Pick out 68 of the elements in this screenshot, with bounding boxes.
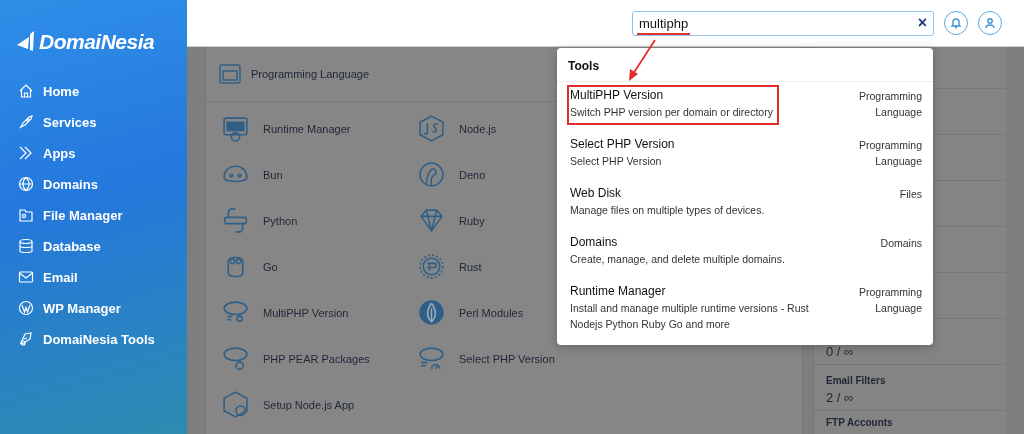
result-category: Programming Language (857, 89, 922, 120)
search-result[interactable]: Runtime Manager Install and manage multiple runtime versions - Rust Nodejs Python Ruby Go and more Programming Language (557, 278, 933, 337)
nav-icon (17, 113, 35, 131)
tool-link[interactable]: Runtime Manager (221, 114, 417, 143)
account-button[interactable] (978, 11, 1002, 35)
result-category: Domains (879, 236, 922, 251)
nav-icon (17, 299, 35, 317)
tool-icon (417, 206, 446, 235)
search-result[interactable]: MultiPHP Version Switch PHP version per domain or directory Programming Language (557, 82, 933, 131)
tool-link[interactable]: Python (221, 206, 417, 235)
result-category: Programming Language (857, 138, 922, 169)
result-description: Select PHP Version (570, 154, 663, 169)
tool-icon (221, 206, 250, 235)
nav-icon (17, 82, 35, 100)
stat-value: 2 / ∞ (826, 390, 855, 405)
search-result[interactable]: Domains Create, manage, and delete multiple domains. Domains (557, 229, 933, 278)
nav-item[interactable]: Home (17, 80, 187, 102)
nav-icon (17, 330, 35, 348)
tool-link[interactable]: Go (221, 252, 417, 281)
nav-item[interactable]: WP Manager (17, 297, 187, 319)
search-field[interactable]: multiphp × (632, 10, 934, 36)
nav-item[interactable]: Apps (17, 142, 187, 164)
nav-item[interactable]: Email (17, 266, 187, 288)
result-title: MultiPHP Version (570, 88, 665, 102)
nav-item[interactable]: Domains (17, 173, 187, 195)
nav-icon (17, 175, 35, 193)
tool-icon (221, 114, 250, 143)
result-title: Runtime Manager (570, 284, 667, 298)
nav-item[interactable]: DomaiNesia Tools (17, 328, 187, 350)
nav-item[interactable]: File Manager (17, 204, 187, 226)
search-result[interactable]: Web Disk Manage files on multiple types of devices. Files (557, 180, 933, 229)
nav-item[interactable]: Database (17, 235, 187, 257)
tool-icon (221, 344, 250, 373)
result-category: Files (898, 187, 922, 202)
result-category: Programming Language (857, 285, 922, 316)
nav-item[interactable]: Services (17, 111, 187, 133)
result-title: Domains (570, 235, 619, 249)
tool-link[interactable]: Setup Node.js App (221, 390, 417, 419)
user-icon (984, 17, 996, 29)
result-description: Switch PHP version per domain or directory (570, 105, 774, 120)
code-window-icon (219, 63, 241, 85)
result-description: Install and manage multiple runtime versions - Rust Nodejs Python Ruby Go and more (570, 301, 810, 332)
tool-icon (417, 160, 446, 189)
result-title: Web Disk (570, 186, 623, 200)
clear-button[interactable]: × (917, 15, 927, 31)
stat-label: Email Filters (826, 375, 887, 386)
stat-value: 0 / ∞ (826, 344, 855, 359)
logo-text: DomaiNesia (39, 30, 155, 54)
tool-icon (417, 252, 446, 281)
nav-icon (17, 268, 35, 286)
tool-link[interactable]: Select PHP Version (417, 344, 613, 373)
tool-link[interactable]: MultiPHP Version (221, 298, 417, 327)
card-title: Programming Language (251, 68, 370, 80)
tool-icon (417, 114, 446, 143)
nav-icon (17, 237, 35, 255)
logo-icon (17, 31, 37, 53)
tool-icon (417, 298, 446, 327)
tool-icon (221, 390, 250, 419)
search-result[interactable]: Select PHP Version Select PHP Version Programming Language (557, 131, 933, 180)
tool-link[interactable]: PHP PEAR Packages (221, 344, 417, 373)
bell-icon (950, 17, 962, 29)
stat-label: FTP Accounts (826, 417, 894, 428)
notification-button[interactable] (944, 11, 968, 35)
tool-link[interactable]: Bun (221, 160, 417, 189)
result-description: Create, manage, and delete multiple domains. (570, 252, 786, 267)
result-description: Manage files on multiple types of devices. (570, 203, 766, 218)
result-title: Select PHP Version (570, 137, 676, 151)
nav-icon (17, 206, 35, 224)
